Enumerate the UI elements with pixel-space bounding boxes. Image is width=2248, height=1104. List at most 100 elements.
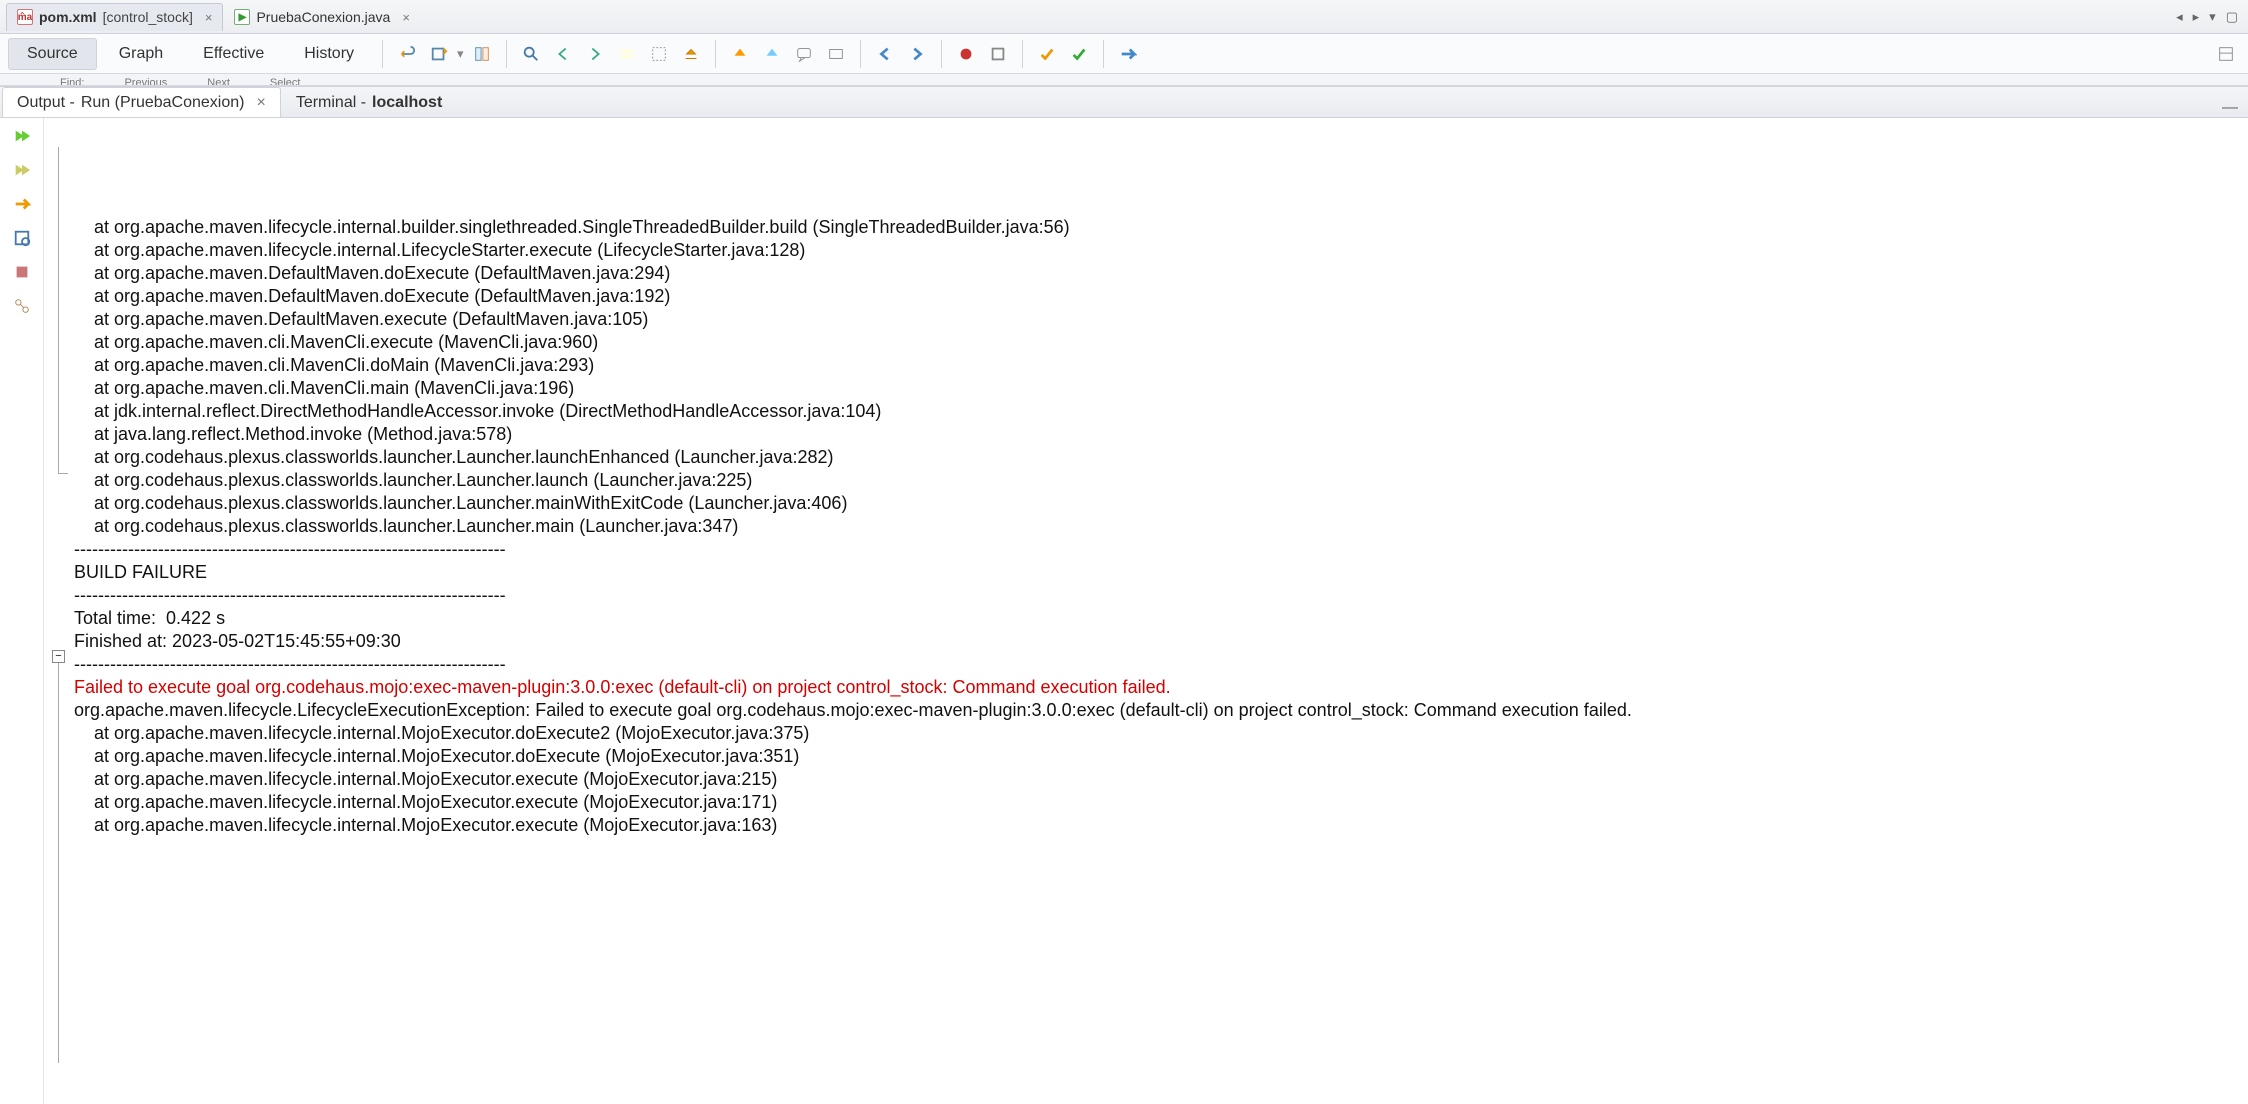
maven-file-icon: m̂a [17,9,33,25]
fold-toggle-icon[interactable]: − [52,650,65,663]
console-line: Total time: 0.422 s [74,607,2248,630]
output-tabs-row: Output - Run (PruebaConexion) × Terminal… [0,86,2248,118]
fold-guide-line [58,147,59,473]
separator [860,40,861,68]
comment-icon[interactable] [791,41,817,67]
console-line: ----------------------------------------… [74,538,2248,561]
maximize-pane-icon[interactable]: ▢ [2226,9,2238,25]
prev-match-icon[interactable] [550,41,576,67]
console-line: org.apache.maven.lifecycle.LifecycleExec… [74,699,2248,722]
output-pane: − at org.apache.maven.lifecycle.internal… [0,118,2248,1104]
console-line: at java.lang.reflect.Method.invoke (Meth… [74,423,2248,446]
go-forward-icon[interactable] [904,41,930,67]
close-icon[interactable]: × [402,10,410,25]
output-gutter [0,118,44,1104]
scroll-tabs-left-icon[interactable]: ◂ [2176,9,2183,25]
next-match-icon[interactable] [582,41,608,67]
editor-subtabs-bar: Source Graph Effective History ▾ [0,34,2248,74]
separator [1022,40,1023,68]
console-line: at org.apache.maven.lifecycle.internal.b… [74,216,2248,239]
minimize-pane-icon[interactable]: — [2222,99,2248,117]
shift-up-icon[interactable] [727,41,753,67]
history-forward-icon[interactable] [426,41,452,67]
history-back-icon[interactable] [394,41,420,67]
settings-icon[interactable] [8,294,36,318]
separator [1103,40,1104,68]
fold-guide-line [58,663,59,1063]
console-line: BUILD FAILURE [74,561,2248,584]
macro-record-icon[interactable] [953,41,979,67]
find-previous-label[interactable]: Previous [124,77,167,86]
fold-guide-line [58,473,68,474]
java-file-icon: ▶ [234,9,250,25]
validate-xml-icon[interactable] [1066,41,1092,67]
console-line: at org.codehaus.plexus.classworlds.launc… [74,515,2248,538]
subtab-history[interactable]: History [286,39,372,69]
toolbar-options-icon[interactable] [2213,41,2239,67]
go-back-icon[interactable] [872,41,898,67]
check-xml-icon[interactable] [1034,41,1060,67]
macro-stop-icon[interactable] [985,41,1011,67]
console-line: at jdk.internal.reflect.DirectMethodHand… [74,400,2248,423]
shift-down-icon[interactable] [759,41,785,67]
console-line: at org.apache.maven.lifecycle.internal.M… [74,745,2248,768]
tabs-dropdown-icon[interactable]: ▾ [2209,9,2216,25]
find-next-label[interactable]: Next [207,77,230,86]
close-icon[interactable]: × [256,94,265,112]
scroll-tabs-right-icon[interactable]: ▸ [2193,9,2200,25]
rerun-with-args-icon[interactable] [8,192,36,216]
editor-tabs-row: m̂a pom.xml [control_stock] × ▶ PruebaCo… [0,0,2248,34]
diff-icon[interactable] [469,41,495,67]
search-icon[interactable] [518,41,544,67]
find-select-label[interactable]: Select [270,77,301,86]
console-line: at org.apache.maven.lifecycle.internal.M… [74,814,2248,837]
console-line: at org.apache.maven.DefaultMaven.execute… [74,308,2248,331]
editor-tab-filename: pom.xml [39,9,97,25]
console-line: at org.apache.maven.cli.MavenCli.main (M… [74,377,2248,400]
console-line: at org.apache.maven.cli.MavenCli.doMain … [74,354,2248,377]
toggle-highlight-icon[interactable] [614,41,640,67]
console-line: at org.apache.maven.cli.MavenCli.execute… [74,331,2248,354]
console-line: at org.apache.maven.DefaultMaven.doExecu… [74,285,2248,308]
find-label: Find: [60,77,84,86]
console-line: at org.apache.maven.DefaultMaven.doExecu… [74,262,2248,285]
attach-debugger-icon[interactable] [8,226,36,250]
console-line: ----------------------------------------… [74,584,2248,607]
console-lines: at org.apache.maven.lifecycle.internal.b… [74,216,2248,837]
separator [506,40,507,68]
console-line: at org.codehaus.plexus.classworlds.launc… [74,469,2248,492]
editor-tab-pom-xml[interactable]: m̂a pom.xml [control_stock] × [6,3,223,31]
console-line: at org.apache.maven.lifecycle.internal.L… [74,239,2248,262]
output-tab-prefix: Output - [17,94,75,112]
console-line: at org.apache.maven.lifecycle.internal.M… [74,791,2248,814]
xsl-transform-icon[interactable] [1115,41,1141,67]
close-icon[interactable]: × [205,10,213,25]
uncomment-icon[interactable] [823,41,849,67]
console-line: ----------------------------------------… [74,653,2248,676]
terminal-host: localhost [372,94,442,112]
run-icon[interactable] [8,158,36,182]
toggle-rect-select-icon[interactable] [646,41,672,67]
shift-line-icon[interactable] [678,41,704,67]
output-tab-terminal[interactable]: Terminal - localhost [281,87,457,117]
separator [715,40,716,68]
output-body[interactable]: − at org.apache.maven.lifecycle.internal… [44,118,2248,1104]
editor-tabrow-right: ◂ ▸ ▾ ▢ [2176,9,2248,25]
subtab-effective[interactable]: Effective [185,39,282,69]
editor-tab-pruebaconexion[interactable]: ▶ PruebaConexion.java × [223,3,420,31]
editor-tab-suffix: [control_stock] [103,9,193,25]
console-line: at org.apache.maven.lifecycle.internal.M… [74,722,2248,745]
subtab-source[interactable]: Source [8,38,97,70]
separator [941,40,942,68]
subtab-graph[interactable]: Graph [101,39,181,69]
fold-gutter: − [48,147,74,1104]
output-tab-label: Run (PruebaConexion) [81,94,245,112]
find-bar-partial: Find: Previous Next Select [0,74,2248,86]
dropdown-icon[interactable]: ▾ [457,46,464,62]
console-line: at org.codehaus.plexus.classworlds.launc… [74,446,2248,469]
editor-tab-filename: PruebaConexion.java [256,9,390,25]
output-tab-run[interactable]: Output - Run (PruebaConexion) × [2,87,281,117]
console-line: Failed to execute goal org.codehaus.mojo… [74,676,2248,699]
stop-icon[interactable] [8,260,36,284]
rerun-icon[interactable] [8,124,36,148]
